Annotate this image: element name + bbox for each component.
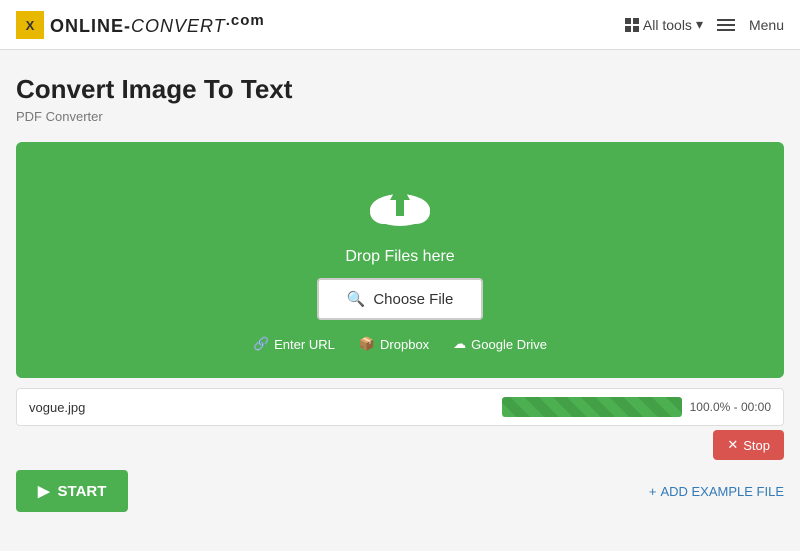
- enter-url-link[interactable]: 🔗 Enter URL: [253, 336, 335, 352]
- progress-bar-fill: [502, 397, 682, 417]
- choose-file-label: Choose File: [373, 291, 453, 308]
- nav-area: All tools ▾ Menu: [625, 16, 784, 33]
- page-title: Convert Image To Text: [16, 74, 784, 105]
- logo-area: X ONLINE-CONVERT.com: [16, 11, 265, 39]
- google-drive-link[interactable]: ☁ Google Drive: [453, 336, 547, 352]
- enter-url-label: Enter URL: [274, 337, 335, 352]
- all-tools-button[interactable]: All tools ▾: [625, 16, 703, 33]
- drop-files-text: Drop Files here: [345, 248, 454, 266]
- grid-icon: [625, 18, 639, 32]
- link-icon: 🔗: [253, 336, 269, 352]
- page-subtitle: PDF Converter: [16, 109, 784, 124]
- upload-cloud-icon: [360, 172, 440, 232]
- main-content: Convert Image To Text PDF Converter Drop…: [0, 50, 800, 528]
- start-label: START: [58, 483, 107, 500]
- chevron-down-icon: ▾: [696, 16, 703, 33]
- plus-icon: +: [649, 484, 657, 499]
- stop-button[interactable]: ✕ Stop: [713, 430, 784, 460]
- google-drive-icon: ☁: [453, 336, 466, 352]
- file-name: vogue.jpg: [29, 400, 85, 415]
- logo-text: ONLINE-CONVERT.com: [50, 12, 265, 37]
- play-icon: ▶: [38, 482, 50, 500]
- dropbox-icon: 📦: [359, 336, 375, 352]
- menu-label[interactable]: Menu: [749, 17, 784, 33]
- logo-icon: X: [16, 11, 44, 39]
- dropbox-link[interactable]: 📦 Dropbox: [359, 336, 429, 352]
- bottom-row: ▶ START + ADD EXAMPLE FILE: [16, 470, 784, 512]
- svg-text:X: X: [26, 18, 35, 33]
- file-row: vogue.jpg 100.0% - 00:00: [16, 388, 784, 426]
- logo-com: .com: [226, 12, 265, 29]
- progress-area: 100.0% - 00:00: [502, 397, 771, 417]
- all-tools-label: All tools: [643, 17, 692, 33]
- hamburger-icon[interactable]: [717, 19, 735, 31]
- times-icon: ✕: [727, 437, 738, 453]
- add-example-label: ADD EXAMPLE FILE: [660, 484, 784, 499]
- google-drive-label: Google Drive: [471, 337, 547, 352]
- stop-label: Stop: [743, 438, 770, 453]
- search-icon: 🔍: [347, 290, 366, 308]
- dropbox-label: Dropbox: [380, 337, 429, 352]
- start-button[interactable]: ▶ START: [16, 470, 128, 512]
- add-example-link[interactable]: + ADD EXAMPLE FILE: [649, 484, 784, 499]
- progress-bar: [502, 397, 682, 417]
- drop-zone[interactable]: Drop Files here 🔍 Choose File 🔗 Enter UR…: [16, 142, 784, 378]
- stop-row: ✕ Stop: [16, 430, 784, 460]
- progress-text: 100.0% - 00:00: [690, 400, 771, 414]
- link-row: 🔗 Enter URL 📦 Dropbox ☁ Google Drive: [253, 336, 547, 352]
- choose-file-button[interactable]: 🔍 Choose File: [317, 278, 484, 320]
- header: X ONLINE-CONVERT.com All tools ▾ Menu: [0, 0, 800, 50]
